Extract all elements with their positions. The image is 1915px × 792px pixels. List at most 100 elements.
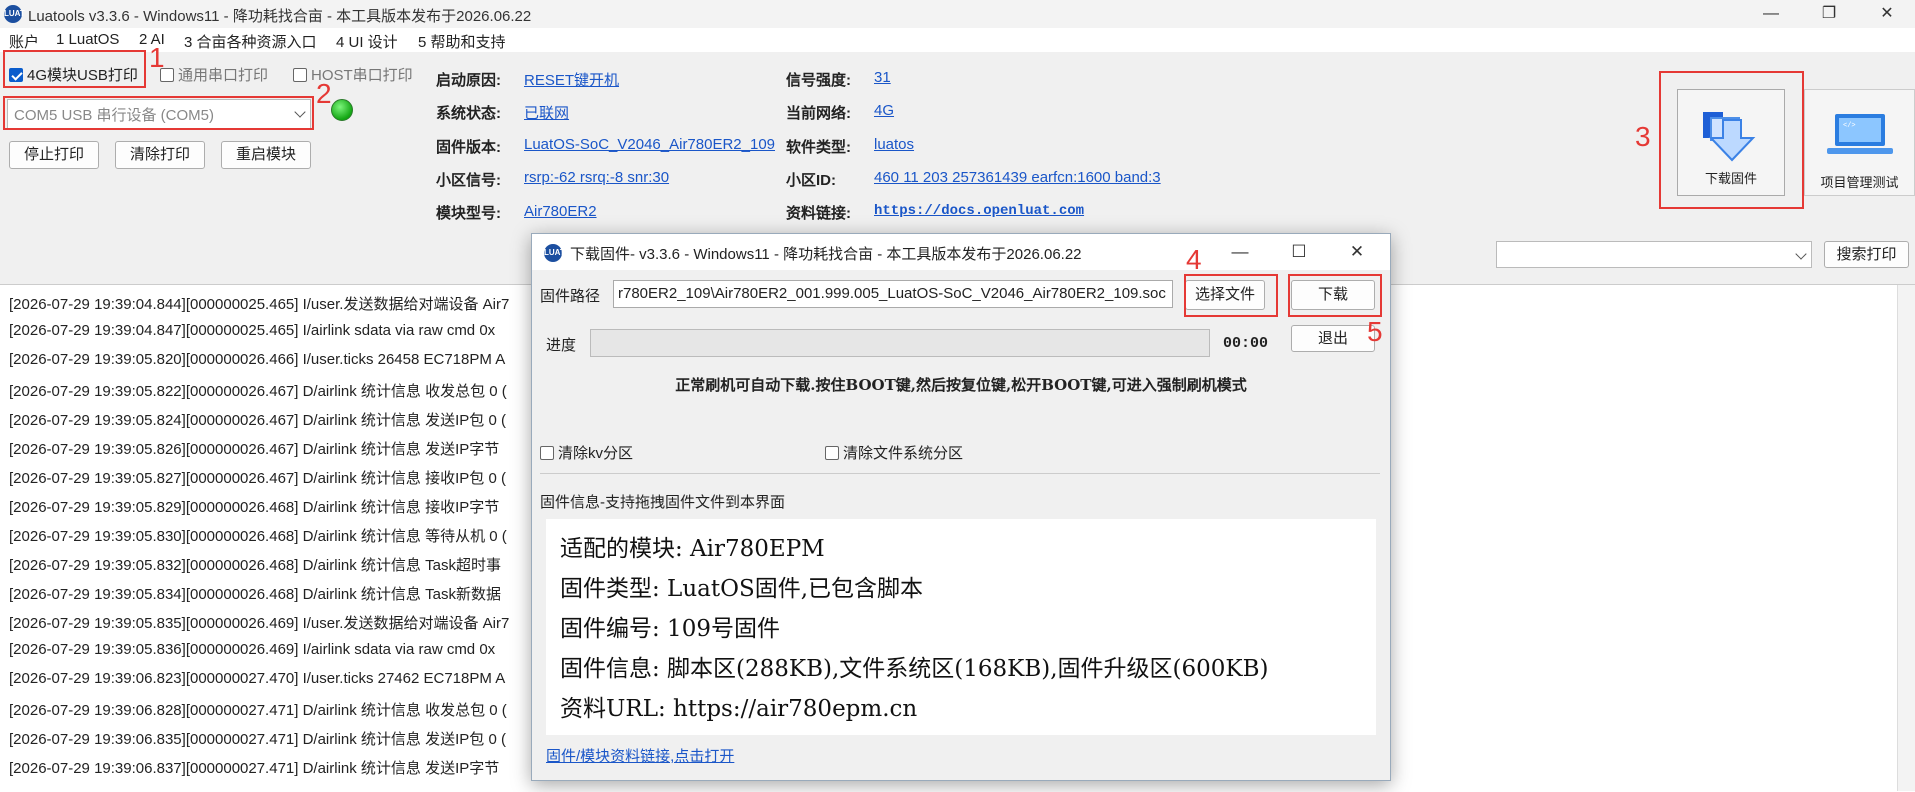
cb-clear-kv[interactable]: 清除kv分区 — [540, 442, 633, 463]
close-icon[interactable]: ✕ — [1858, 0, 1915, 28]
restart-module-button[interactable]: 重启模块 — [221, 141, 311, 169]
fw-info-line: 固件编号: 109号固件 — [560, 616, 780, 642]
divider — [540, 473, 1380, 474]
signal-strength-label: 信号强度: — [786, 72, 851, 89]
cell-signal-value[interactable]: rsrp:-62 rsrq:-8 snr:30 — [524, 169, 669, 186]
cb-clear-fs[interactable]: 清除文件系统分区 — [825, 442, 963, 463]
sys-status-value[interactable]: 已联网 — [524, 102, 569, 123]
dialog-minimize-icon[interactable]: — — [1217, 238, 1263, 266]
menu-resources[interactable]: 3 合亩各种资源入口 — [184, 31, 317, 52]
log-line: [2026-07-29 19:39:04.844][000000025.465]… — [9, 296, 510, 313]
checkbox-icon[interactable] — [825, 445, 839, 460]
module-model-label: 模块型号: — [436, 205, 501, 222]
menu-account[interactable]: 账户 — [9, 31, 39, 52]
stop-print-button[interactable]: 停止打印 — [9, 141, 99, 169]
status-led-icon — [331, 99, 353, 121]
download-firmware-dialog: LUAT 下载固件- v3.3.6 - Windows11 - 降功耗找合亩 -… — [531, 233, 1391, 781]
cb-host-print[interactable]: HOST串口打印 — [293, 64, 413, 85]
progress-label: 进度 — [546, 337, 577, 354]
annotation-box-1 — [3, 50, 146, 88]
window-title: Luatools v3.3.6 - Windows11 - 降功耗找合亩 - 本… — [28, 8, 532, 25]
menu-luatos[interactable]: 1 LuatOS — [56, 31, 119, 48]
annotation-box-download — [1288, 274, 1382, 317]
search-print-button[interactable]: 搜索打印 — [1824, 241, 1909, 268]
checkbox-icon[interactable] — [540, 445, 554, 460]
log-line: [2026-07-29 19:39:06.835][000000027.471]… — [9, 731, 506, 748]
annotation-box-3 — [1659, 71, 1804, 209]
boot-reason-value[interactable]: RESET键开机 — [524, 69, 619, 90]
fw-info-box: 适配的模块: Air780EPM 固件类型: LuatOS固件,已包含脚本 固件… — [546, 519, 1376, 735]
log-line: [2026-07-29 19:39:06.823][000000027.470]… — [9, 670, 506, 687]
log-line: [2026-07-29 19:39:04.847][000000025.465]… — [9, 322, 496, 339]
sw-type-label: 软件类型: — [786, 139, 851, 156]
log-line: [2026-07-29 19:39:05.835][000000026.469]… — [9, 615, 510, 632]
fw-path-input[interactable]: r780ER2_109\Air780ER2_001.999.005_LuatOS… — [613, 280, 1173, 308]
fw-path-label: 固件路径 — [540, 288, 601, 305]
cell-signal-label: 小区信号: — [436, 172, 501, 189]
log-line: [2026-07-29 19:39:05.822][000000026.467]… — [9, 383, 507, 400]
cell-id-label: 小区ID: — [786, 172, 836, 189]
svg-text:</>: </> — [1843, 122, 1856, 130]
menu-help[interactable]: 5 帮助和支持 — [418, 31, 506, 52]
restore-icon[interactable]: ❐ — [1800, 0, 1858, 28]
menu-bar: 账户 1 LuatOS 2 AI 3 合亩各种资源入口 4 UI 设计 5 帮助… — [0, 28, 1915, 52]
search-combobox[interactable] — [1496, 241, 1812, 268]
progress-bar — [590, 329, 1210, 357]
log-line: [2026-07-29 19:39:05.826][000000026.467]… — [9, 441, 500, 458]
fw-module-link[interactable]: 固件/模块资料链接,点击打开 — [546, 745, 734, 766]
log-line: [2026-07-29 19:39:05.830][000000026.468]… — [9, 528, 507, 545]
checkbox-icon[interactable] — [293, 67, 307, 82]
exit-button[interactable]: 退出 — [1291, 325, 1375, 352]
log-line: [2026-07-29 19:39:05.834][000000026.468]… — [9, 586, 501, 603]
fw-version-label: 固件版本: — [436, 139, 501, 156]
title-bar: LUAT Luatools v3.3.6 - Windows11 - 降功耗找合… — [0, 0, 1915, 28]
minimize-icon[interactable]: — — [1742, 0, 1800, 28]
annotation-2: 2 — [316, 78, 332, 109]
sys-status-label: 系统状态: — [436, 105, 501, 122]
dialog-logo: LUAT — [544, 244, 565, 262]
clear-print-button[interactable]: 清除打印 — [115, 141, 205, 169]
annotation-5: 5 — [1367, 316, 1383, 347]
fw-info-line: 适配的模块: Air780EPM — [560, 536, 825, 562]
boot-reason-label: 启动原因: — [436, 72, 501, 89]
log-line: [2026-07-29 19:39:05.824][000000026.467]… — [9, 412, 506, 429]
annotation-4: 4 — [1186, 244, 1202, 275]
log-line: [2026-07-29 19:39:05.836][000000026.469]… — [9, 641, 496, 658]
log-line: [2026-07-29 19:39:05.829][000000026.468]… — [9, 499, 500, 516]
dialog-title-bar: LUAT 下载固件- v3.3.6 - Windows11 - 降功耗找合亩 -… — [532, 234, 1390, 270]
dialog-close-icon[interactable]: ✕ — [1334, 238, 1380, 266]
network-value[interactable]: 4G — [874, 102, 894, 119]
signal-strength-value[interactable]: 31 — [874, 69, 891, 86]
laptop-icon: </> — [1827, 114, 1893, 154]
fw-version-value[interactable]: LuatOS-SoC_V2046_Air780ER2_109 — [524, 136, 775, 153]
project-management-button[interactable]: </> 项目管理测试 — [1804, 89, 1915, 196]
doc-link-value[interactable]: https://docs.openluat.com — [874, 203, 1084, 219]
annotation-1: 1 — [149, 42, 165, 73]
log-line: [2026-07-29 19:39:05.832][000000026.468]… — [9, 557, 501, 574]
dialog-maximize-icon[interactable]: ☐ — [1276, 238, 1322, 266]
dialog-title: 下载固件- v3.3.6 - Windows11 - 降功耗找合亩 - 本工具版… — [570, 246, 1082, 263]
sw-type-value[interactable]: luatos — [874, 136, 914, 153]
doc-link-label: 资料链接: — [786, 205, 851, 222]
fw-info-line: 固件信息: 脚本区(288KB),文件系统区(168KB),固件升级区(600K… — [560, 656, 1269, 682]
boot-notice: 正常刷机可自动下载.按住BOOT键,然后按复位键,松开BOOT键,可进入强制刷机… — [675, 376, 1247, 394]
fw-info-title: 固件信息-支持拖拽固件文件到本界面 — [540, 494, 785, 511]
chevron-down-icon — [1795, 248, 1807, 260]
cb-serial-print[interactable]: 通用串口打印 — [160, 64, 268, 85]
annotation-box-2 — [3, 96, 314, 130]
app-logo: LUAT — [4, 5, 25, 23]
log-line: [2026-07-29 19:39:06.837][000000027.471]… — [9, 760, 500, 777]
log-line: [2026-07-29 19:39:06.828][000000027.471]… — [9, 702, 507, 719]
progress-time: 00:00 — [1223, 335, 1269, 352]
log-line: [2026-07-29 19:39:05.820][000000026.466]… — [9, 351, 506, 368]
network-label: 当前网络: — [786, 105, 851, 122]
annotation-3: 3 — [1635, 121, 1651, 152]
annotation-box-4 — [1184, 274, 1278, 317]
fw-info-line: 固件类型: LuatOS固件,已包含脚本 — [560, 576, 924, 602]
menu-ui-design[interactable]: 4 UI 设计 — [336, 31, 398, 52]
log-line: [2026-07-29 19:39:05.827][000000026.467]… — [9, 470, 506, 487]
fw-info-line: 资料URL: https://air780epm.cn — [560, 696, 918, 722]
module-model-value[interactable]: Air780ER2 — [524, 203, 597, 220]
log-scrollbar[interactable] — [1897, 285, 1915, 791]
cell-id-value[interactable]: 460 11 203 257361439 earfcn:1600 band:3 — [874, 169, 1161, 186]
